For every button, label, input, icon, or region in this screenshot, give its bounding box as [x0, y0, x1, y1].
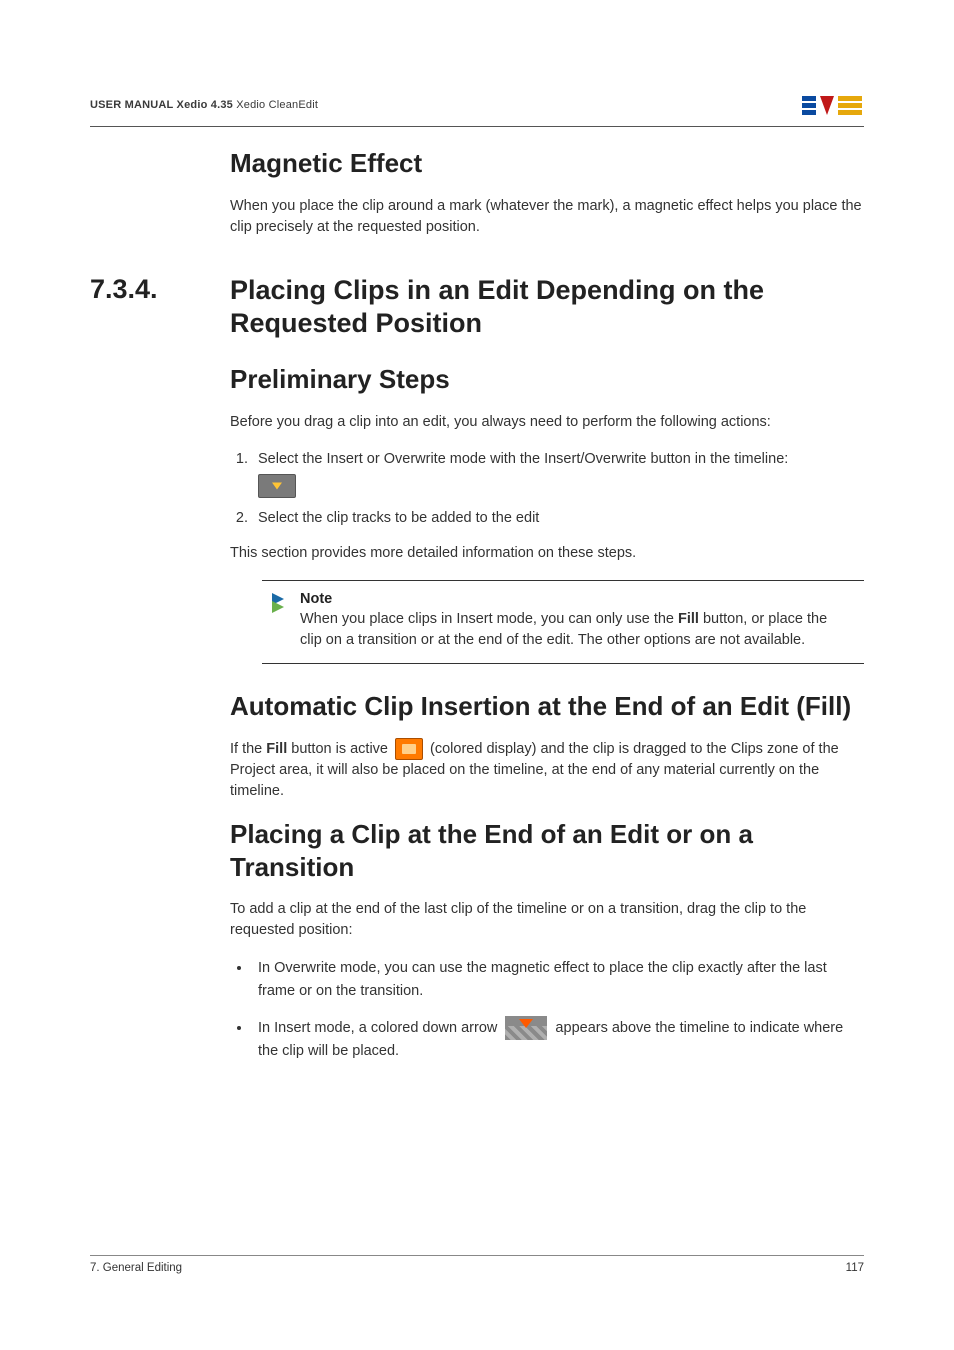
heading-auto-clip-insertion: Automatic Clip Insertion at the End of a…: [230, 690, 864, 723]
fill-button-icon: [395, 738, 423, 760]
heading-placing-clip: Placing a Clip at the End of an Edit or …: [230, 818, 864, 883]
evs-logo: [802, 90, 864, 120]
auto-p1-c: button is active: [287, 741, 392, 757]
footer-chapter: 7. General Editing: [90, 1262, 182, 1274]
heading-preliminary-steps: Preliminary Steps: [230, 363, 864, 396]
prelim-steps-list: Select the Insert or Overwrite mode with…: [252, 449, 864, 529]
section-number: 7.3.4.: [90, 274, 212, 305]
prelim-outro: This section provides more detailed info…: [230, 543, 864, 564]
page-footer: 7. General Editing 117: [90, 1255, 864, 1274]
header-product: Xedio 4.35: [177, 99, 233, 111]
placing-intro: To add a clip at the end of the last cli…: [230, 899, 864, 941]
auto-p1-a: If the: [230, 741, 266, 757]
placing-b2-a: In Insert mode, a colored down arrow: [258, 1020, 501, 1036]
evs-logo-icon: [802, 90, 864, 120]
footer-page-number: 117: [846, 1262, 864, 1274]
page-header: USER MANUAL Xedio 4.35 Xedio CleanEdit: [90, 90, 864, 127]
prelim-step-1: Select the Insert or Overwrite mode with…: [252, 449, 864, 498]
note-flag-icon: [272, 593, 286, 651]
note-body-pre: When you place clips in Insert mode, you…: [300, 611, 678, 627]
prelim-step-2: Select the clip tracks to be added to th…: [252, 508, 864, 529]
section-7-3-4: 7.3.4. Placing Clips in an Edit Dependin…: [90, 274, 864, 342]
header-module: Xedio CleanEdit: [233, 99, 318, 111]
header-prefix: USER MANUAL: [90, 99, 177, 111]
placing-bullet-list: In Overwrite mode, you can use the magne…: [252, 957, 864, 1062]
prelim-intro: Before you drag a clip into an edit, you…: [230, 412, 864, 433]
note-title: Note: [300, 591, 850, 607]
prelim-step-1-text: Select the Insert or Overwrite mode with…: [258, 451, 788, 467]
auto-p1-b: Fill: [266, 741, 287, 757]
section-title: Placing Clips in an Edit Depending on th…: [230, 274, 864, 342]
heading-magnetic-effect: Magnetic Effect: [230, 147, 864, 180]
insert-overwrite-button-icon: [258, 474, 296, 498]
auto-paragraph: If the Fill button is active (colored di…: [230, 738, 864, 802]
note-body: When you place clips in Insert mode, you…: [300, 609, 850, 651]
placing-bullet-2: In Insert mode, a colored down arrow app…: [252, 1016, 864, 1062]
header-title: USER MANUAL Xedio 4.35 Xedio CleanEdit: [90, 99, 318, 111]
down-arrow-indicator-icon: [505, 1016, 547, 1040]
note-callout: Note When you place clips in Insert mode…: [262, 580, 864, 664]
placing-bullet-1: In Overwrite mode, you can use the magne…: [252, 957, 864, 1002]
note-body-bold: Fill: [678, 611, 699, 627]
magnetic-effect-body: When you place the clip around a mark (w…: [230, 196, 864, 238]
